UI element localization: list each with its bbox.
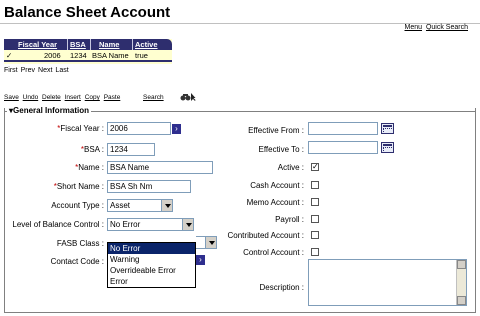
active-checkbox[interactable]: ✓ <box>311 163 319 171</box>
bsa-field[interactable]: 1234 <box>107 143 155 156</box>
dropdown-option[interactable]: Warning <box>108 254 195 265</box>
effective-to-label: Effective To : <box>258 145 304 154</box>
description-textarea[interactable] <box>308 259 467 306</box>
calendar-icon[interactable] <box>381 142 394 153</box>
results-grid: Fiscal Year BSA Name Active ✓ 2006 1234 … <box>4 39 172 64</box>
toolbar-icons <box>180 92 196 102</box>
contributed-account-checkbox[interactable] <box>311 231 319 239</box>
column-header-name[interactable]: Name <box>99 40 119 49</box>
cell-name: BSA Name <box>92 51 129 60</box>
name-field[interactable]: BSA Name <box>107 161 213 174</box>
top-links: Menu Quick Search <box>403 24 469 31</box>
column-header-fiscal-year[interactable]: Fiscal Year <box>18 40 57 49</box>
bsa-label: *BSA : <box>80 145 104 154</box>
grid-header: Fiscal Year BSA Name Active <box>4 39 172 50</box>
fiscal-year-next-icon[interactable]: › <box>172 124 181 134</box>
column-separator <box>132 39 133 50</box>
dropdown-option[interactable]: Error <box>108 276 195 287</box>
search-button[interactable]: Search <box>143 94 164 101</box>
copy-button[interactable]: Copy <box>85 94 100 101</box>
column-header-active[interactable]: Active <box>135 40 158 49</box>
control-account-label: Control Account : <box>243 248 304 257</box>
short-name-field[interactable]: BSA Sh Nm <box>107 180 191 193</box>
balance-control-select[interactable]: No Error <box>107 218 194 231</box>
cash-account-label: Cash Account : <box>250 181 304 190</box>
fiscal-year-field[interactable]: 2006 <box>107 122 171 135</box>
scroll-down-icon[interactable] <box>457 296 466 305</box>
payroll-checkbox[interactable] <box>311 215 319 223</box>
effective-from-field[interactable] <box>308 122 378 135</box>
last-page-link[interactable]: Last <box>55 67 68 74</box>
calendar-icon[interactable] <box>381 123 394 134</box>
active-label: Active : <box>277 163 304 172</box>
section-header[interactable]: ▾General Information <box>7 106 92 115</box>
column-header-bsa[interactable]: BSA <box>70 40 86 49</box>
description-scrollbar[interactable] <box>456 260 466 305</box>
short-name-label: *Short Name : <box>53 182 104 191</box>
prev-page-link[interactable]: Prev <box>21 67 35 74</box>
payroll-label: Payroll : <box>275 215 304 224</box>
contact-code-label: Contact Code : <box>50 257 104 266</box>
effective-to-field[interactable] <box>308 141 378 154</box>
cell-bsa: 1234 <box>70 51 87 60</box>
dropdown-option[interactable]: Overrideable Error <box>108 265 195 276</box>
balance-control-dropdown: No Error Warning Overrideable Error Erro… <box>107 242 196 288</box>
delete-button[interactable]: Delete <box>42 94 61 101</box>
memo-account-checkbox[interactable] <box>311 198 319 206</box>
insert-button[interactable]: Insert <box>65 94 81 101</box>
fiscal-year-label: *Fiscal Year : <box>57 124 104 133</box>
fasb-class-select[interactable] <box>196 236 217 249</box>
undo-button[interactable]: Undo <box>23 94 39 101</box>
grid-footer-bar <box>4 60 172 62</box>
row-selected-check-icon: ✓ <box>6 51 13 60</box>
menu-link[interactable]: Menu <box>405 24 423 31</box>
control-account-checkbox[interactable] <box>311 248 319 256</box>
chevron-down-icon[interactable] <box>161 200 172 211</box>
account-type-label: Account Type : <box>51 201 104 210</box>
page-title: Balance Sheet Account <box>4 4 171 21</box>
section-title: General Information <box>13 106 90 115</box>
chevron-down-icon[interactable] <box>205 237 216 248</box>
dropdown-option[interactable]: No Error <box>108 243 195 254</box>
scroll-up-icon[interactable] <box>457 260 466 269</box>
fasb-class-label: FASB Class : <box>56 239 104 248</box>
next-page-link[interactable]: Next <box>38 67 52 74</box>
cursor-icon <box>191 93 196 101</box>
first-page-link[interactable]: First <box>4 67 18 74</box>
chevron-down-icon[interactable] <box>182 219 193 230</box>
column-separator <box>67 39 68 50</box>
paste-button[interactable]: Paste <box>104 94 121 101</box>
save-button[interactable]: Save <box>4 94 19 101</box>
table-row[interactable]: ✓ 2006 1234 BSA Name true <box>4 50 172 60</box>
binoculars-icon[interactable] <box>180 92 196 102</box>
cell-fiscal-year: 2006 <box>44 51 61 60</box>
memo-account-label: Memo Account : <box>246 198 304 207</box>
effective-from-label: Effective From : <box>248 126 304 135</box>
toolbar: Save Undo Delete Insert Copy Paste <box>4 94 122 101</box>
contact-code-next-icon[interactable]: › <box>196 255 205 265</box>
quick-search-link[interactable]: Quick Search <box>426 24 468 31</box>
contributed-account-label: Contributed Account : <box>227 231 305 240</box>
pager: First Prev Next Last <box>4 67 72 74</box>
cash-account-checkbox[interactable] <box>311 181 319 189</box>
name-label: *Name : <box>75 163 104 172</box>
account-type-select[interactable]: Asset <box>107 199 173 212</box>
description-label: Description : <box>259 283 304 292</box>
balance-control-label: Level of Balance Control : <box>12 220 104 229</box>
column-separator <box>90 39 91 50</box>
cell-active: true <box>135 51 148 60</box>
